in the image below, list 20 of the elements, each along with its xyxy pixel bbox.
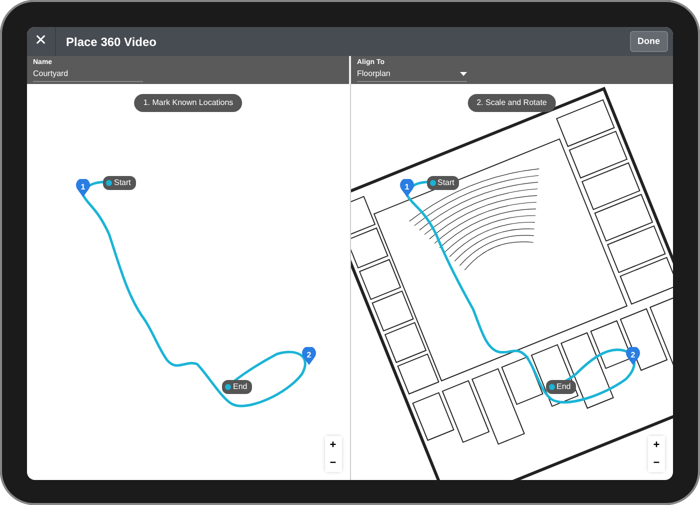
step-label: 1. Mark Known Locations [134, 94, 242, 112]
map-pin[interactable]: 2 [302, 346, 316, 365]
map-pin[interactable]: 2 [626, 346, 640, 365]
map-pin[interactable]: 1 [400, 178, 414, 197]
zoom-out-button[interactable]: − [648, 454, 665, 472]
step-label: 2. Scale and Rotate [468, 94, 556, 112]
name-field[interactable]: Courtyard [33, 66, 143, 82]
dropdown-field[interactable]: Floorplan [357, 66, 467, 82]
dropdown-value: Floorplan [357, 68, 390, 80]
zoom-out-button[interactable]: − [324, 454, 342, 472]
zoom-in-button[interactable]: + [648, 436, 665, 454]
end-marker[interactable]: End [222, 380, 252, 394]
zoom-in-button[interactable]: + [324, 436, 342, 454]
window-title: Place 360 Video [66, 34, 158, 50]
caret-icon [460, 72, 467, 76]
start-marker[interactable]: Start [426, 176, 460, 190]
end-marker[interactable]: End [546, 380, 576, 394]
map-pin[interactable]: 1 [76, 178, 90, 197]
start-marker[interactable]: Start [103, 176, 136, 190]
done-button[interactable]: Done [630, 30, 668, 52]
